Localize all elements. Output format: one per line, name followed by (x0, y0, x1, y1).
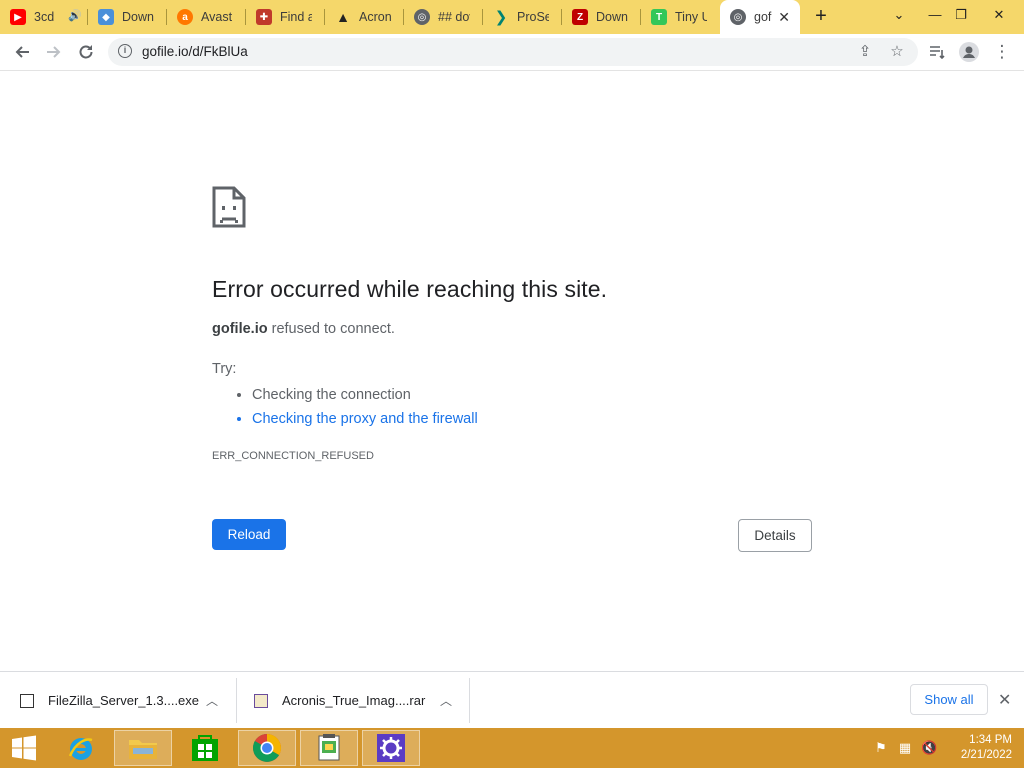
notepad-icon (318, 734, 340, 761)
action-center-flag-icon[interactable]: ⚑ (873, 740, 889, 756)
acronis-icon: ▲ (336, 9, 350, 25)
suggestion-check-connection: Checking the connection (252, 383, 478, 407)
avast-icon: a (177, 9, 193, 25)
tab-download-1[interactable]: ◆ Downl (88, 0, 167, 34)
reading-list-icon[interactable] (924, 39, 950, 65)
close-download-bar-icon[interactable]: ✕ (998, 690, 1011, 710)
sad-page-icon (212, 186, 246, 228)
close-tab-icon[interactable]: ✕ (778, 9, 790, 25)
tab-title: Tiny UR (675, 10, 707, 24)
error-message-text: refused to connect. (267, 321, 395, 337)
download-filename: Acronis_True_Imag....rar (282, 693, 426, 708)
windows-taskbar: ⚑ ▦ 🔇 1:34 PM 2/21/2022 (0, 728, 1024, 768)
clock-time: 1:34 PM (969, 734, 1012, 746)
error-code: ERR_CONNECTION_REFUSED (212, 450, 374, 462)
tab-search-icon[interactable]: ⌄ (886, 4, 912, 26)
tab-title: Downlo (596, 10, 628, 24)
globe-icon: ◎ (414, 9, 430, 25)
bing-icon: ❯ (494, 9, 508, 26)
download-filename: FileZilla_Server_1.3....exe (48, 693, 200, 708)
browser-toolbar: i gofile.io/d/FkBlUa ⇪ ☆ ⋮ (0, 34, 1024, 71)
taskbar-store[interactable] (176, 730, 234, 766)
details-button[interactable]: Details (738, 519, 812, 552)
tab-tinyurl[interactable]: T Tiny UR (641, 0, 720, 34)
tab-title: Avast | (201, 10, 233, 24)
map-icon: ◆ (98, 9, 114, 25)
taskbar-chrome[interactable] (238, 730, 296, 766)
url-text: gofile.io/d/FkBlUa (142, 44, 248, 59)
back-button[interactable] (9, 39, 35, 65)
try-label: Try: (212, 361, 237, 377)
taskbar-settings-app[interactable] (362, 730, 420, 766)
menu-kebab-icon[interactable]: ⋮ (989, 39, 1015, 65)
chrome-icon (253, 734, 281, 762)
exe-file-icon (20, 693, 34, 708)
chevron-up-icon[interactable]: ︿ (440, 692, 452, 709)
tab-title: gof (754, 10, 772, 24)
tab-title: ## dov (438, 10, 470, 24)
error-title: Error occurred while reaching this site. (212, 276, 608, 302)
start-button[interactable] (0, 730, 48, 766)
show-all-downloads-button[interactable]: Show all (910, 684, 988, 715)
download-item-filezilla[interactable]: FileZilla_Server_1.3....exe ︿ (20, 672, 235, 729)
reload-page-button[interactable] (73, 39, 99, 65)
tab-avast[interactable]: a Avast | (167, 0, 246, 34)
tab-dov[interactable]: ◎ ## dov (404, 0, 483, 34)
suggestion-list: Checking the connection Checking the pro… (212, 383, 478, 431)
download-item-acronis[interactable]: Acronis_True_Imag....rar ︿ (254, 672, 469, 729)
share-icon[interactable]: ⇪ (856, 43, 874, 61)
store-icon (192, 735, 218, 761)
tab-title: ProSea (517, 10, 549, 24)
profile-avatar-icon[interactable] (956, 39, 982, 65)
tab-title: Downl (122, 10, 154, 24)
volume-muted-icon[interactable]: 🔇 (921, 740, 937, 756)
chevron-up-icon[interactable]: ︿ (206, 692, 218, 709)
network-icon[interactable]: ▦ (897, 740, 913, 756)
tab-youtube[interactable]: ▶ 3cd 🔊 (0, 0, 88, 34)
error-host: gofile.io (212, 321, 268, 337)
youtube-icon: ▶ (10, 9, 26, 25)
windows-logo-icon (12, 735, 36, 761)
restore-button[interactable]: ❐ (948, 4, 974, 26)
taskbar-file-explorer[interactable] (114, 730, 172, 766)
system-clock[interactable]: 1:34 PM 2/21/2022 (948, 733, 1012, 763)
rar-file-icon (254, 693, 268, 708)
error-message: gofile.io refused to connect. (212, 321, 395, 337)
filezilla-icon: Z (572, 9, 588, 25)
tab-filezilla[interactable]: Z Downlo (562, 0, 641, 34)
audio-playing-icon[interactable]: 🔊 (68, 9, 82, 22)
reload-button[interactable]: Reload (212, 519, 286, 550)
address-bar[interactable]: i gofile.io/d/FkBlUa ⇪ ☆ (108, 38, 918, 66)
site-info-icon[interactable]: i (118, 44, 132, 58)
bookmark-star-icon[interactable]: ☆ (888, 43, 906, 61)
tab-title: Acronis (359, 10, 391, 24)
suggestion-check-proxy-link[interactable]: Checking the proxy and the firewall (252, 407, 478, 431)
new-tab-button[interactable]: + (810, 6, 832, 28)
tab-acronis[interactable]: ▲ Acronis (325, 0, 404, 34)
close-window-button[interactable]: ✕ (984, 4, 1014, 26)
tinyurl-icon: T (651, 9, 667, 25)
taskbar-internet-explorer[interactable] (52, 730, 110, 766)
tab-title: 3cd (34, 10, 55, 24)
tab-find[interactable]: ✚ Find an (246, 0, 325, 34)
forward-button[interactable] (41, 39, 67, 65)
gear-icon (377, 734, 405, 762)
tab-gofile-active[interactable]: ◎ gof ✕ (720, 0, 800, 34)
tab-prosearch[interactable]: ❯ ProSea (483, 0, 562, 34)
tab-strip: ▶ 3cd 🔊 ◆ Downl a Avast | ✚ Find an ▲ Ac… (0, 0, 1024, 34)
folder-icon (129, 740, 157, 759)
globe-icon: ◎ (730, 9, 746, 25)
clock-date: 2/21/2022 (960, 749, 1012, 761)
internet-explorer-icon (68, 738, 93, 760)
download-shelf: FileZilla_Server_1.3....exe ︿ Acronis_Tr… (0, 671, 1024, 729)
taskbar-notepad-app[interactable] (300, 730, 358, 766)
tab-title: Find an (280, 10, 312, 24)
error-page: Error occurred while reaching this site.… (0, 71, 1024, 671)
minimize-button[interactable]: — (922, 4, 948, 26)
tools-icon: ✚ (256, 9, 272, 25)
